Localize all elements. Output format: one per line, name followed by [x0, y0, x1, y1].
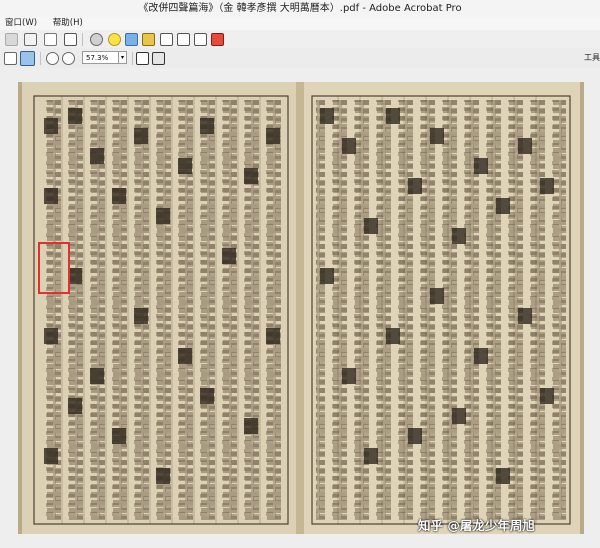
select-arrow-icon[interactable] [4, 52, 17, 65]
pdf-icon[interactable] [211, 33, 224, 46]
gear-icon[interactable] [90, 33, 103, 46]
zoom-level-input[interactable]: 57.3% [82, 51, 120, 64]
scanned-book-page-image [0, 68, 600, 548]
zoom-in-icon[interactable] [62, 52, 75, 65]
separator [82, 33, 83, 46]
stamp-icon[interactable] [142, 33, 155, 46]
menu-window[interactable]: 窗口(W) [5, 18, 37, 28]
document-viewer[interactable]: 知乎 @屠龙少年周旭 [0, 68, 600, 548]
toolbar-file [0, 30, 600, 49]
edit-icon[interactable] [44, 33, 57, 46]
separator [132, 52, 133, 65]
document-icon[interactable] [160, 33, 173, 46]
email-icon[interactable] [64, 33, 77, 46]
menu-bar: 窗口(W) 帮助(H) [0, 17, 600, 31]
separator [40, 52, 41, 65]
window-title: 《改併四聲篇海》（金 韓孝彥撰 大明萬曆本）.pdf - Adobe Acrob… [0, 0, 600, 17]
menu-help[interactable]: 帮助(H) [53, 18, 83, 28]
tools-pane-link[interactable]: 工具 [584, 52, 600, 63]
toolbar-navigation: 57.3% ▾ 工具 [0, 48, 600, 69]
zoom-dropdown-icon[interactable]: ▾ [118, 51, 127, 64]
export-icon[interactable] [177, 33, 190, 46]
save-icon[interactable] [5, 33, 18, 46]
share-icon[interactable] [125, 33, 138, 46]
watermark-text: 知乎 @屠龙少年周旭 [418, 518, 535, 533]
highlight-box [38, 242, 70, 294]
hand-tool-icon[interactable] [20, 51, 35, 66]
fit-page-icon[interactable] [136, 52, 149, 65]
zoom-out-icon[interactable] [46, 52, 59, 65]
combine-icon[interactable] [194, 33, 207, 46]
full-screen-icon[interactable] [152, 52, 165, 65]
print-icon[interactable] [24, 33, 37, 46]
comment-icon[interactable] [108, 33, 121, 46]
